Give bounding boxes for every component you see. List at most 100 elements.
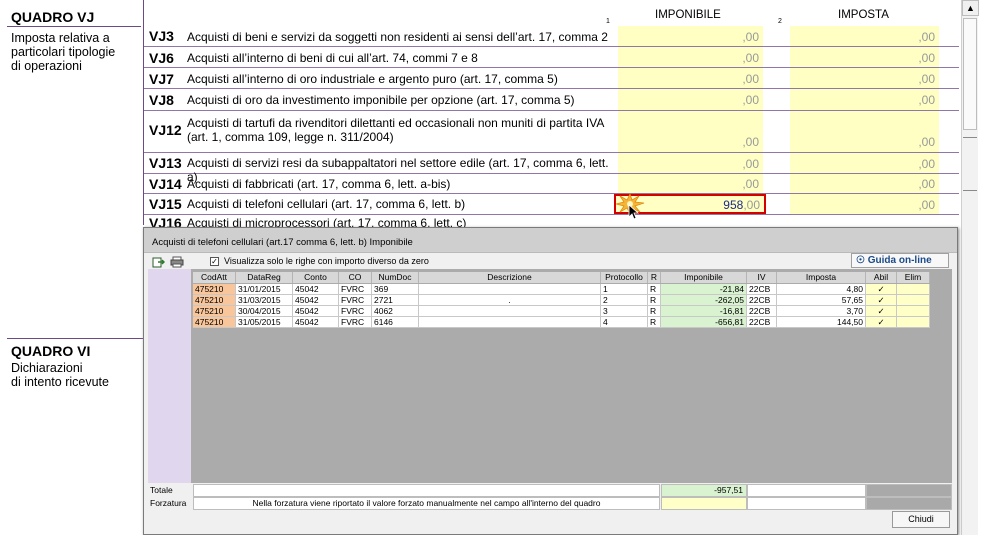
vj3-imponibile-field[interactable]: ,00 — [618, 26, 763, 46]
vj8-imponibile-field[interactable]: ,00 — [618, 89, 763, 110]
col-header-imponibile[interactable]: Imponibile — [661, 272, 747, 283]
row-code: VJ16 — [149, 215, 182, 227]
row-desc: Acquisti all’interno di oro industriale … — [187, 72, 558, 86]
cell-conto: 45042 — [293, 284, 339, 295]
col-header-codatt[interactable]: CodAtt — [193, 272, 236, 283]
cell-iv: 22CB — [747, 306, 777, 317]
quadro-vj-desc-3: di operazioni — [11, 59, 82, 73]
row-vj15: VJ15 Acquisti di telefoni cellulari (art… — [144, 194, 959, 215]
forzatura-input[interactable] — [661, 497, 747, 510]
row-code: VJ6 — [149, 50, 174, 66]
cell-abil[interactable]: ✓ — [866, 284, 897, 295]
col-header-imposta[interactable]: Imposta — [777, 272, 866, 283]
vj13-imponibile-field[interactable]: ,00 — [618, 153, 763, 173]
cell-elim[interactable] — [897, 295, 930, 306]
col-header-elim[interactable]: Elim — [897, 272, 930, 283]
vj15-imposta-field[interactable]: ,00 — [790, 194, 939, 214]
quadro-vj-desc-2: particolari tipologie — [11, 45, 116, 59]
scroll-tick — [963, 190, 977, 191]
row-vj8: VJ8 Acquisti di oro da investimento impo… — [144, 89, 959, 111]
col-header-datareg[interactable]: DataReg — [236, 272, 293, 283]
cell-elim[interactable] — [897, 306, 930, 317]
vj7-imposta-field[interactable]: ,00 — [790, 68, 939, 88]
cell-r: R — [648, 306, 661, 317]
row-desc: Acquisti di tartufi da rivenditori dilet… — [187, 116, 604, 144]
cell-prot: 1 — [601, 284, 648, 295]
cell-descr — [419, 284, 601, 295]
col-header-descrizione[interactable]: Descrizione — [419, 272, 601, 283]
vj3-imposta-field[interactable]: ,00 — [790, 26, 939, 46]
totale-blank — [193, 484, 660, 497]
export-icon[interactable] — [152, 256, 166, 268]
cell-imposta: 4,80 — [777, 284, 866, 295]
scroll-up-arrow-icon[interactable]: ▲ — [962, 0, 979, 16]
vertical-scrollbar[interactable]: ▲ — [961, 0, 979, 535]
cell-co: FVRC — [339, 295, 372, 306]
filter-nonzero-checkbox[interactable]: ✓ — [210, 257, 219, 266]
col-header-numdoc[interactable]: NumDoc — [372, 272, 419, 283]
cell-abil[interactable]: ✓ — [866, 306, 897, 317]
col1-number: 1 — [606, 18, 610, 25]
quadro-vi-rule — [7, 338, 143, 339]
grid-row-selector — [148, 269, 191, 483]
cell-elim[interactable] — [897, 317, 930, 328]
vj6-imponibile-field[interactable]: ,00 — [618, 47, 763, 67]
row-code: VJ3 — [149, 28, 174, 44]
row-desc: Acquisti di microprocessori (art. 17, co… — [187, 216, 467, 227]
col-header-co[interactable]: CO — [339, 272, 372, 283]
row-code: VJ12 — [149, 122, 182, 138]
cell-imposta: 144,50 — [777, 317, 866, 328]
vj15-imponibile-value: 958 — [723, 198, 744, 212]
cell-abil[interactable]: ✓ — [866, 317, 897, 328]
row-desc: Acquisti di telefoni cellulari (art. 17,… — [187, 197, 466, 211]
vj7-imponibile-field[interactable]: ,00 — [618, 68, 763, 88]
row-vj12: VJ12 Acquisti di tartufi da rivenditori … — [144, 111, 959, 153]
guida-online-button[interactable]: ☉ Guida on-line — [851, 253, 949, 268]
scroll-thumb[interactable] — [963, 18, 977, 130]
cell-conto: 45042 — [293, 317, 339, 328]
cell-r: R — [648, 295, 661, 306]
vj6-imposta-field[interactable]: ,00 — [790, 47, 939, 67]
cell-abil[interactable]: ✓ — [866, 295, 897, 306]
cell-r: R — [648, 317, 661, 328]
print-icon[interactable] — [170, 256, 184, 268]
row-desc: Acquisti di beni e servizi da soggetti n… — [187, 30, 608, 44]
quadro-vj-form: 1 IMPONIBILE 2 IMPOSTA VJ3 Acquisti di b… — [143, 0, 959, 227]
cell-elim[interactable] — [897, 284, 930, 295]
cell-imposta: 57,65 — [777, 295, 866, 306]
row-vj7: VJ7 Acquisti all’interno di oro industri… — [144, 68, 959, 89]
totale-row: Totale -957,51 — [148, 484, 952, 497]
col-header-iv[interactable]: IV — [747, 272, 777, 283]
quadro-vi-desc-2: di intento ricevute — [11, 375, 109, 389]
forzatura-row: Forzatura Nella forzatura viene riportat… — [148, 497, 952, 510]
col-header-abil[interactable]: Abil — [866, 272, 897, 283]
row-code: VJ13 — [149, 155, 182, 171]
chiudi-button[interactable]: Chiudi — [892, 511, 950, 528]
vj14-imponibile-field[interactable]: ,00 — [618, 174, 763, 193]
cell-co: FVRC — [339, 317, 372, 328]
col-header-conto[interactable]: Conto — [293, 272, 339, 283]
cell-numdoc: 369 — [372, 284, 419, 295]
cell-descr: . — [419, 295, 601, 306]
row-code: VJ14 — [149, 176, 182, 192]
cell-imposta: 3,70 — [777, 306, 866, 317]
row-vj6: VJ6 Acquisti all’interno di beni di cui … — [144, 47, 959, 68]
cell-conto: 45042 — [293, 295, 339, 306]
col-header-r[interactable]: R — [648, 272, 661, 283]
vj13-imposta-field[interactable]: ,00 — [790, 153, 939, 173]
forzatura-filler — [866, 497, 952, 510]
col-imponibile-header: IMPONIBILE — [655, 9, 721, 21]
col-header-protocollo[interactable]: Protocollo — [601, 272, 648, 283]
row-vj16: VJ16 Acquisti di microprocessori (art. 1… — [144, 215, 959, 227]
cell-iv: 22CB — [747, 317, 777, 328]
vj8-imposta-field[interactable]: ,00 — [790, 89, 939, 110]
vj15-imponibile-decimals: ,00 — [743, 198, 760, 212]
vj12-imposta-field[interactable]: ,00 — [790, 111, 939, 152]
cell-codatt: 475210 — [193, 317, 236, 328]
cell-imponibile: -16,81 — [661, 306, 747, 317]
vj12-imponibile-field[interactable]: ,00 — [618, 111, 763, 152]
vj14-imposta-field[interactable]: ,00 — [790, 174, 939, 193]
cell-descr — [419, 317, 601, 328]
cell-codatt: 475210 — [193, 295, 236, 306]
cell-codatt: 475210 — [193, 306, 236, 317]
